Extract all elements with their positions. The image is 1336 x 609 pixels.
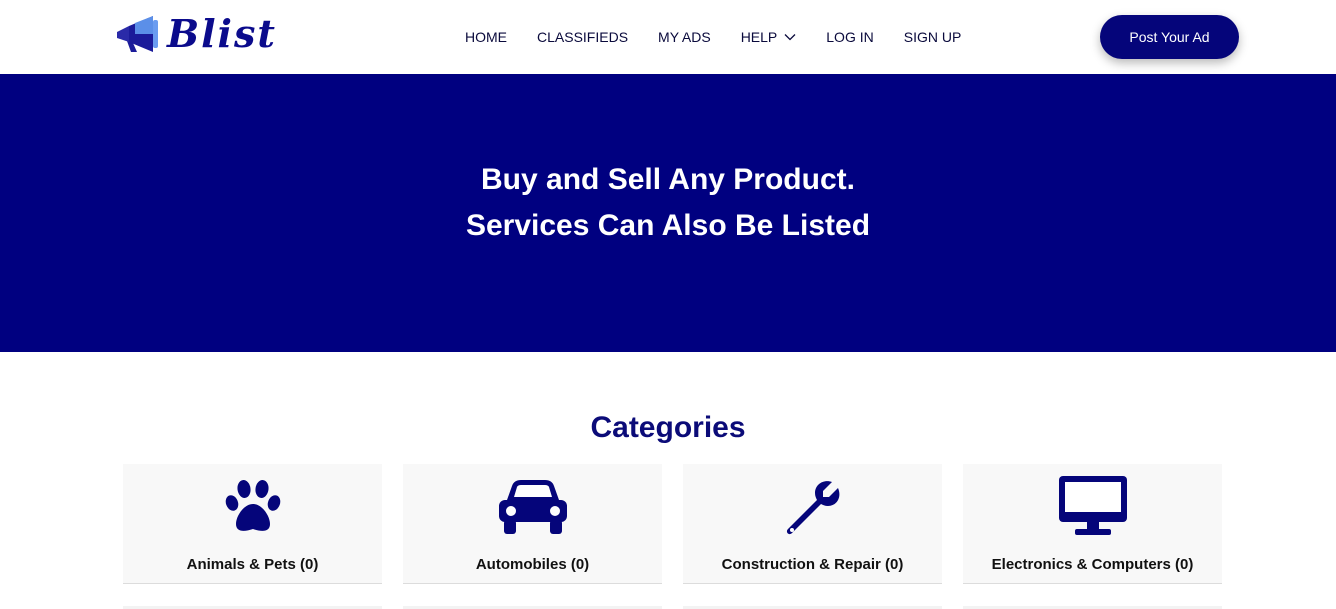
nav-sign-up[interactable]: SIGN UP	[904, 27, 962, 47]
site-header: Blist HOME CLASSIFIEDS MY ADS HELP LOG I…	[0, 0, 1336, 74]
category-card-construction-repair[interactable]: Construction & Repair (0)	[683, 464, 942, 584]
car-icon	[498, 480, 567, 534]
wrench-icon	[786, 481, 839, 535]
hero-headline-line2: Services Can Also Be Listed	[465, 209, 871, 242]
categories-heading: Categories	[590, 411, 746, 444]
category-label: Construction & Repair (0)	[721, 556, 904, 573]
nav-home[interactable]: HOME	[465, 27, 507, 47]
category-label: Automobiles (0)	[475, 556, 590, 573]
category-card-animals-pets[interactable]: Animals & Pets (0)	[123, 464, 382, 584]
brand-name: Blist	[167, 11, 277, 56]
brand-logo[interactable]: Blist	[113, 13, 338, 55]
category-card-electronics-computers[interactable]: Electronics & Computers (0)	[963, 464, 1222, 584]
category-label: Electronics & Computers (0)	[991, 556, 1194, 573]
nav-log-in[interactable]: LOG IN	[826, 27, 873, 47]
hero-banner: Buy and Sell Any Product. Services Can A…	[0, 74, 1336, 352]
category-card-automobiles[interactable]: Automobiles (0)	[403, 464, 662, 584]
megaphone-icon	[117, 16, 158, 52]
hero-headline-line1: Buy and Sell Any Product.	[481, 163, 855, 196]
nav-my-ads[interactable]: MY ADS	[658, 27, 711, 47]
monitor-icon	[1058, 476, 1127, 535]
category-label: Animals & Pets (0)	[186, 556, 319, 573]
chevron-down-icon	[784, 34, 796, 41]
post-your-ad-button[interactable]: Post Your Ad	[1100, 15, 1239, 59]
nav-help-label: HELP	[740, 29, 778, 45]
nav-classifieds[interactable]: CLASSIFIEDS	[537, 27, 628, 47]
nav-help[interactable]: HELP	[741, 27, 797, 47]
main-nav: HOME CLASSIFIEDS MY ADS HELP LOG IN SIGN…	[465, 27, 961, 47]
category-grid: Animals & Pets (0) Automobiles (0) Const…	[123, 464, 1223, 609]
paw-icon	[225, 480, 280, 531]
